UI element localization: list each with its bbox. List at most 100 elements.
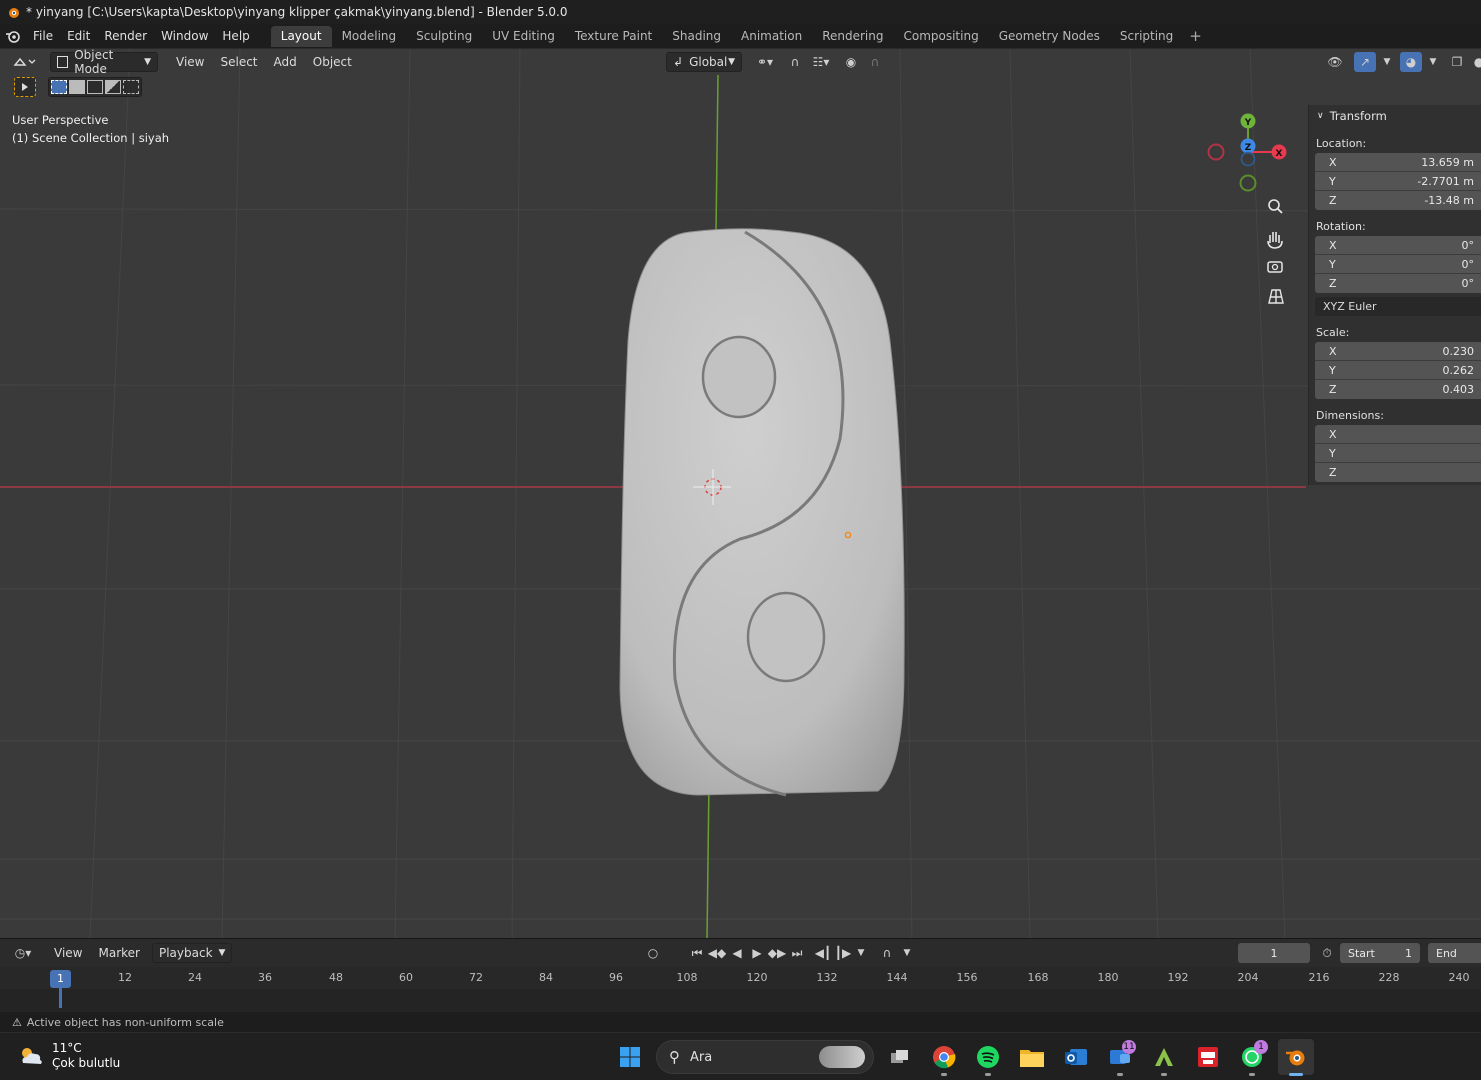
xray-toggle-icon[interactable]: ❐ <box>1446 52 1468 72</box>
snap-target-icon[interactable]: ☷▾ <box>806 52 836 72</box>
jump-end-icon[interactable]: ⏭ <box>786 943 808 963</box>
jump-start-icon[interactable]: ⏮ <box>686 943 708 963</box>
viewport-menu-object[interactable]: Object <box>307 52 358 72</box>
falloff-icon[interactable]: ∩ <box>864 52 886 72</box>
rotation-z-field[interactable]: Z 0° <box>1315 274 1481 293</box>
scale-x-field[interactable]: X 0.230 <box>1315 342 1481 361</box>
orthographic-grid-icon[interactable] <box>1268 289 1284 304</box>
location-y-field[interactable]: Y -2.7701 m <box>1315 172 1481 191</box>
tab-uv-editing[interactable]: UV Editing <box>482 26 565 47</box>
spotify-icon[interactable] <box>970 1039 1006 1076</box>
tab-compositing[interactable]: Compositing <box>893 26 988 47</box>
pivot-point-icon[interactable]: ⚭▾ <box>750 52 780 72</box>
tab-modeling[interactable]: Modeling <box>332 26 407 47</box>
prev-marker-icon[interactable]: ◀┃ <box>812 943 834 963</box>
tab-layout[interactable]: Layout <box>270 25 332 47</box>
menu-help[interactable]: Help <box>215 25 256 47</box>
menu-file[interactable]: File <box>26 25 60 47</box>
rotation-y-field[interactable]: Y 0° <box>1315 255 1481 274</box>
tab-rendering[interactable]: Rendering <box>812 26 893 47</box>
gizmo-toggle-icon[interactable]: ↗ <box>1354 52 1376 72</box>
play-reverse-icon[interactable]: ◀ <box>726 943 748 963</box>
editor-type-icon[interactable] <box>8 52 40 72</box>
blender-menu-icon[interactable] <box>0 25 26 47</box>
tab-texture-paint[interactable]: Texture Paint <box>565 26 662 47</box>
outlook-icon[interactable] <box>1058 1039 1094 1075</box>
tab-sculpting[interactable]: Sculpting <box>406 26 482 47</box>
scale-y-field[interactable]: Y 0.262 <box>1315 361 1481 380</box>
timeline-menu-view[interactable]: View <box>48 943 88 963</box>
location-x-field[interactable]: X 13.659 m <box>1315 153 1481 172</box>
chevron-down-icon[interactable]: ▼ <box>850 943 872 963</box>
tab-animation[interactable]: Animation <box>731 26 812 47</box>
task-view-icon[interactable] <box>882 1039 918 1075</box>
scale-z-field[interactable]: Z 0.403 <box>1315 380 1481 399</box>
tab-shading[interactable]: Shading <box>662 26 731 47</box>
transform-orientation-select[interactable]: ↲ Global ▼ <box>666 52 742 72</box>
select-intersect-icon[interactable] <box>123 80 139 94</box>
auto-keying-icon[interactable]: ○ <box>642 943 664 963</box>
chevron-down-icon[interactable]: ▼ <box>1422 52 1444 72</box>
end-frame-field[interactable]: End <box>1428 943 1481 963</box>
dimensions-x-field[interactable]: X <box>1315 425 1481 444</box>
rotation-x-field[interactable]: X 0° <box>1315 236 1481 255</box>
playhead[interactable]: 1 <box>50 970 71 988</box>
stopwatch-icon[interactable]: ⏱ <box>1316 943 1338 963</box>
overlay-toggle-icon[interactable]: ◕ <box>1400 52 1422 72</box>
tab-geometry-nodes[interactable]: Geometry Nodes <box>989 26 1110 47</box>
viewport-menu-add[interactable]: Add <box>268 52 303 72</box>
select-subtract-icon[interactable] <box>87 80 103 94</box>
whatsapp-icon[interactable]: 1 <box>1234 1039 1270 1076</box>
timeline-menu-marker[interactable]: Marker <box>92 943 145 963</box>
visibility-icon[interactable]: 👁 <box>1320 52 1350 72</box>
shading-mode-icon[interactable]: ● <box>1468 52 1481 72</box>
weather-widget[interactable]: 11°C Çok bulutlu <box>18 1041 120 1071</box>
select-invert-icon[interactable] <box>105 80 121 94</box>
frame-ruler[interactable]: 1 12 24 36 48 60 72 84 96 108 120 132 14… <box>0 967 1481 989</box>
select-new-icon[interactable] <box>51 80 67 94</box>
chevron-down-icon[interactable]: ▼ <box>1376 52 1398 72</box>
jump-next-keyframe-icon[interactable]: ◆▶ <box>766 943 788 963</box>
menu-render[interactable]: Render <box>97 25 154 47</box>
transform-section-header[interactable]: ∨ Transform <box>1309 105 1481 127</box>
timeline-editor-type-icon[interactable]: ◷▾ <box>8 943 38 963</box>
tab-scripting[interactable]: Scripting <box>1110 26 1183 47</box>
select-extend-icon[interactable] <box>69 80 85 94</box>
snap-toggle-icon[interactable]: ∩ <box>784 52 806 72</box>
proportional-edit-icon[interactable]: ◉ <box>840 52 862 72</box>
start-frame-field[interactable]: Start 1 <box>1340 943 1420 963</box>
select-tool-icon[interactable] <box>14 77 36 97</box>
location-z-field[interactable]: Z -13.48 m <box>1315 191 1481 210</box>
keying-set-icon[interactable]: ∩ <box>876 943 898 963</box>
camera-view-icon[interactable] <box>1267 261 1283 273</box>
menu-edit[interactable]: Edit <box>60 25 97 47</box>
3d-viewport[interactable]: Y X Z Object Mode ▼ View Select Add Obje… <box>0 48 1481 938</box>
chevron-down-icon[interactable]: ▼ <box>896 943 918 963</box>
jump-prev-keyframe-icon[interactable]: ◀◆ <box>706 943 728 963</box>
teams-icon[interactable]: 11 <box>1102 1039 1138 1076</box>
windows-start-icon[interactable] <box>612 1039 648 1075</box>
blender-taskbar-icon[interactable] <box>1278 1039 1314 1076</box>
app-a-icon[interactable] <box>1146 1039 1182 1076</box>
pan-hand-icon[interactable] <box>1267 232 1283 249</box>
zoom-icon[interactable] <box>1264 195 1288 219</box>
current-frame-field[interactable]: 1 <box>1238 943 1310 963</box>
dimensions-y-field[interactable]: Y <box>1315 444 1481 463</box>
mode-selector[interactable]: Object Mode ▼ <box>50 49 158 76</box>
chrome-icon[interactable] <box>926 1039 962 1076</box>
timeline-track[interactable] <box>0 989 1481 1013</box>
add-workspace-button[interactable]: + <box>1183 27 1208 45</box>
playback-menu[interactable]: Playback ▼ <box>151 943 233 963</box>
playback-label: Playback <box>158 946 213 960</box>
play-icon[interactable]: ▶ <box>746 943 768 963</box>
viewport-menu-select[interactable]: Select <box>214 52 263 72</box>
viewport-menu-view[interactable]: View <box>170 52 210 72</box>
yinyang-object[interactable] <box>619 228 905 797</box>
solidworks-icon[interactable] <box>1190 1039 1226 1075</box>
selection-mode-group[interactable] <box>48 77 142 97</box>
taskbar-search[interactable]: ⚲ Ara <box>656 1040 874 1074</box>
file-explorer-icon[interactable] <box>1014 1039 1050 1075</box>
menu-window[interactable]: Window <box>154 25 215 47</box>
rotation-mode-select[interactable]: XYZ Euler <box>1315 297 1481 316</box>
dimensions-z-field[interactable]: Z <box>1315 463 1481 482</box>
